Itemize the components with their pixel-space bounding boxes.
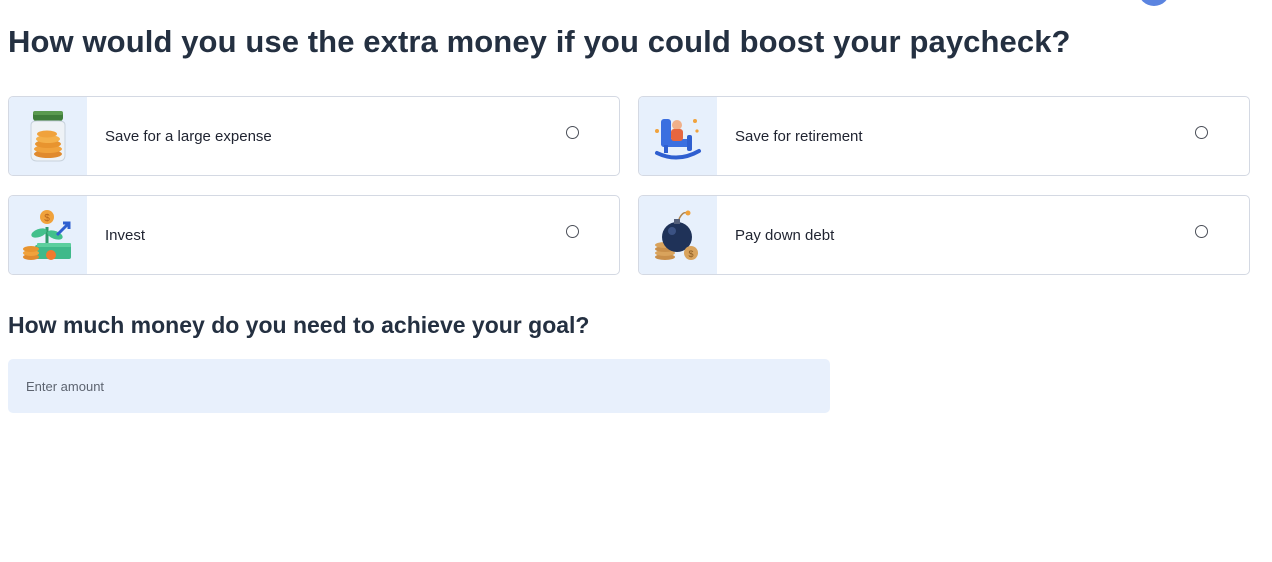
rocking-chair-icon xyxy=(639,97,717,175)
option-radio[interactable] xyxy=(566,126,579,139)
page-title: How would you use the extra money if you… xyxy=(8,24,1071,59)
option-radio[interactable] xyxy=(1195,126,1208,139)
option-invest[interactable]: $ Invest xyxy=(8,195,620,275)
goal-amount-title: How much money do you need to achieve yo… xyxy=(8,312,590,338)
option-label: Save for retirement xyxy=(735,127,863,145)
option-save-retirement[interactable]: Save for retirement xyxy=(638,96,1250,176)
amount-input[interactable] xyxy=(8,359,830,413)
option-radio[interactable] xyxy=(1195,225,1208,238)
option-label: Save for a large expense xyxy=(105,127,272,145)
option-label: Pay down debt xyxy=(735,226,835,244)
goal-options: Save for a large expense Save for retire… xyxy=(8,96,1250,275)
svg-text:$: $ xyxy=(688,249,693,259)
avatar[interactable] xyxy=(1138,0,1170,6)
option-pay-down-debt[interactable]: $ Pay down debt xyxy=(638,195,1250,275)
svg-text:$: $ xyxy=(44,213,50,224)
option-label: Invest xyxy=(105,226,146,244)
option-save-large-expense[interactable]: Save for a large expense xyxy=(8,96,620,176)
coin-jar-icon xyxy=(9,97,87,175)
option-radio[interactable] xyxy=(566,225,579,238)
money-plant-icon: $ xyxy=(9,196,87,274)
debt-bomb-icon: $ xyxy=(639,196,717,274)
